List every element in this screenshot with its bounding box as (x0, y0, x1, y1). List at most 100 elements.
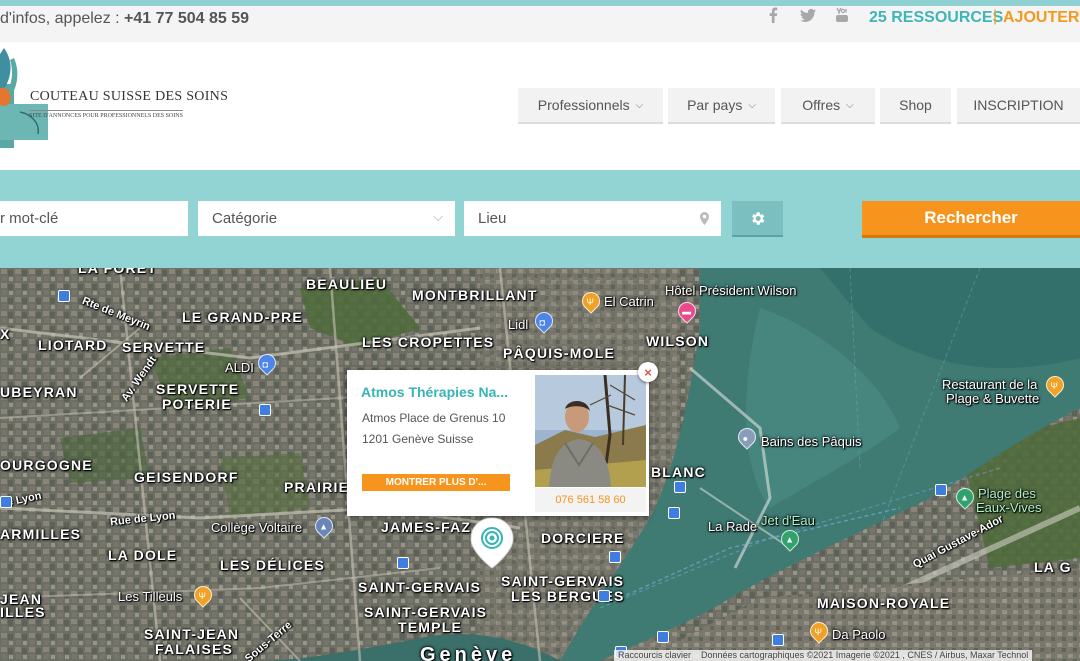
chevron-down-icon: ⌵ (635, 99, 644, 111)
show-more-button[interactable]: MONTRER PLUS D'... (362, 474, 510, 491)
map-label-prairie: PRAIRIE (284, 479, 350, 495)
map-label-x: X (0, 326, 11, 342)
popup-close-icon[interactable]: × (638, 362, 658, 382)
add-link[interactable]: AJOUTER (1003, 9, 1079, 27)
poi-hotel[interactable]: Hôtel Président Wilson (665, 283, 797, 298)
map-label-maisonroyale: MAISON-ROYALE (817, 595, 951, 611)
location-input[interactable]: Lieu (464, 201, 721, 236)
nav-professionals[interactable]: Professionnels ⌵ (518, 88, 663, 124)
map-attribution: Raccourcis clavier Données cartographiqu… (614, 650, 1033, 661)
gear-icon (752, 211, 765, 225)
map-label-legrandpre: LE GRAND-PRE (182, 309, 303, 325)
facebook-icon[interactable] (768, 7, 778, 27)
poi-larade[interactable]: La Rade (708, 519, 757, 534)
poi-tilleuls[interactable]: Les Tilleuls (118, 589, 182, 604)
map-label-ladole: LA DOLE (108, 547, 178, 563)
contact-phone[interactable]: +41 77 504 85 59 (124, 10, 249, 27)
map-label-blanc: BLANC (651, 464, 706, 480)
twitter-icon[interactable] (800, 8, 816, 26)
poi-restaurant-2[interactable]: Plage & Buvette (946, 391, 1039, 406)
poi-college[interactable]: Collège Voltaire (211, 520, 302, 535)
map-label-laforet: LA FORET (78, 268, 158, 276)
nav-shop-label: Shop (899, 97, 932, 113)
location-pin-icon (700, 212, 709, 225)
chevron-down-icon: ⌵ (846, 99, 854, 111)
poi-aldi[interactable]: ALDI (225, 360, 254, 375)
poi-elcatrin[interactable]: El Catrin (604, 294, 654, 309)
map-label-sjfalaises-1: SAINT-JEAN (144, 626, 240, 642)
map-label-jean-2: ILLES (0, 604, 46, 620)
chevron-down-icon: ⌵ (748, 99, 756, 111)
poi-lidl[interactable]: Lidl (508, 317, 528, 332)
nav-offers[interactable]: Offres ⌵ (781, 88, 875, 124)
contact-text: d'infos, appelez : (0, 10, 125, 27)
search-button[interactable]: Rechercher (862, 201, 1080, 238)
popup-address: Atmos Place de Grenus 10 (362, 411, 506, 425)
map-label-wilson: WILSON (646, 333, 710, 349)
map-label-beaulieu: BEAULIEU (306, 276, 388, 292)
location-placeholder: Lieu (478, 210, 507, 227)
map-label-liotard: LIOTARD (38, 337, 108, 353)
transit-stop-icon[interactable] (657, 631, 669, 643)
category-select[interactable]: Catégorie ⌵ (198, 201, 455, 236)
category-label: Catégorie (212, 210, 278, 227)
poi-jetdeau[interactable]: Jet d'Eau (761, 513, 815, 528)
top-separator: | (993, 8, 998, 25)
resources-link[interactable]: 25 RESSOURCES (869, 9, 1003, 27)
map-label-jamesfazy: JAMES-FAZ (381, 519, 472, 535)
map-label-lesdelices: LES DÉLICES (220, 557, 325, 573)
map-label-lag: LA G (1034, 559, 1072, 575)
nav-by-country-label: Par pays (687, 97, 743, 113)
listing-popup[interactable]: Atmos Thérapies Na... Atmos Place de Gre… (347, 370, 649, 516)
map-label-ubeyran: UBEYRAN (0, 384, 78, 400)
nav-professionals-label: Professionnels (537, 97, 630, 113)
transit-stop-icon[interactable] (668, 507, 680, 519)
popup-listing-name[interactable]: Atmos Thérapies Na... (361, 384, 508, 400)
keyword-placeholder: r mot-clé (0, 210, 59, 227)
chevron-down-icon: ⌵ (433, 209, 443, 224)
map-label-armilles: ARMILLES (0, 526, 82, 542)
transit-stop-icon[interactable] (397, 557, 409, 569)
transit-stop-icon[interactable] (58, 290, 70, 302)
transit-stop-icon[interactable] (0, 496, 12, 508)
nav-signup[interactable]: INSCRIPTION (957, 88, 1080, 124)
advanced-search-button[interactable] (732, 201, 783, 237)
map-label-sgbergues-1: SAINT-GERVAIS (501, 573, 625, 589)
popup-city: 1201 Genève Suisse (362, 432, 474, 446)
poi-plage-2[interactable]: Eaux-Vives (976, 500, 1042, 515)
transit-stop-icon[interactable] (259, 404, 271, 416)
nav-shop[interactable]: Shop (880, 88, 951, 124)
poi-bains[interactable]: Bains des Pâquis (761, 434, 861, 449)
contact-info: d'infos, appelez : +41 77 504 85 59 (0, 10, 249, 28)
keyword-input[interactable]: r mot-clé (0, 201, 188, 236)
map-label-montbrillant: MONTBRILLANT (412, 287, 538, 303)
transit-stop-icon[interactable] (609, 551, 621, 563)
map-label-geisendorf: GEISENDORF (134, 469, 239, 485)
poi-plage-1[interactable]: Plage des (978, 486, 1036, 501)
keyboard-shortcuts-link[interactable]: Raccourcis clavier (618, 650, 691, 661)
nav-by-country[interactable]: Par pays ⌵ (668, 88, 775, 124)
map-label-lescropettes: LES CROPETTES (362, 334, 495, 350)
poi-restaurant-1[interactable]: Restaurant de la (942, 377, 1037, 392)
listing-photo[interactable] (535, 375, 646, 487)
transit-stop-icon[interactable] (772, 634, 784, 646)
transit-stop-icon[interactable] (674, 481, 686, 493)
map-label-saintgervais: SAINT-GERVAIS (358, 579, 482, 595)
map-label-geneve: Genève (420, 644, 517, 661)
map-label-sgtemple-2: TEMPLE (398, 619, 462, 635)
poi-dapaolo[interactable]: Da Paolo (832, 627, 885, 642)
map-label-sgtemple-1: SAINT-GERVAIS (364, 604, 488, 620)
nav-offers-label: Offres (802, 97, 841, 113)
map-label-servette-poterie-1: SERVETTE (156, 381, 240, 397)
transit-stop-icon[interactable] (935, 484, 947, 496)
youtube-icon[interactable] (835, 7, 849, 27)
listing-map-marker-icon[interactable] (469, 516, 515, 570)
popup-phone[interactable]: 076 561 58 60 (535, 488, 646, 512)
transit-stop-icon[interactable] (598, 590, 610, 602)
logo-subtitle: SITE D'ANNONCES POUR PROFESSIONNELS DES … (29, 110, 183, 119)
nav-signup-label: INSCRIPTION (973, 97, 1064, 113)
logo-title[interactable]: COUTEAU SUISSE DES SOINS (30, 89, 228, 105)
map-data-attribution: Données cartographiques ©2021 Imagerie ©… (701, 650, 1029, 660)
map-label-paquismole: PÂQUIS-MOLE (503, 345, 615, 361)
map-label-dorciere: DORCIERE (541, 530, 625, 546)
